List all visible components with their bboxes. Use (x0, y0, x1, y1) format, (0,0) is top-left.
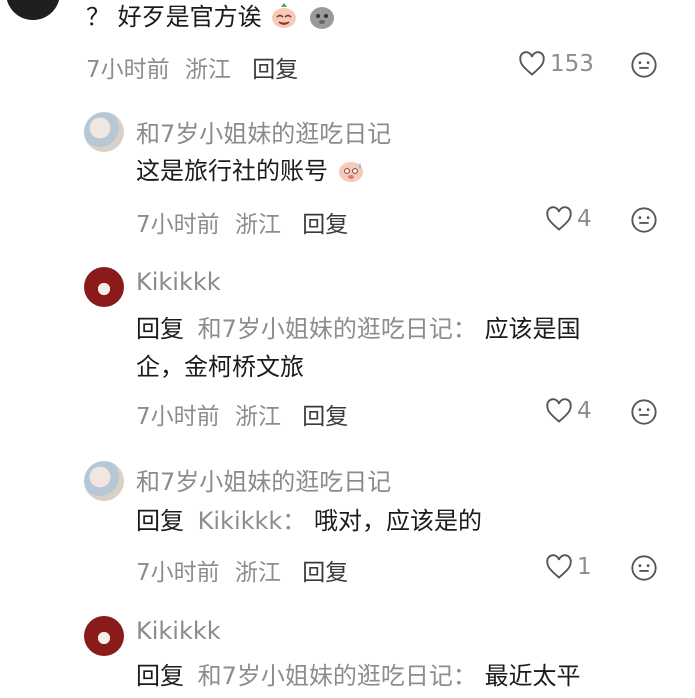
like-count: 1 (577, 554, 592, 580)
heart-outline-icon (546, 206, 572, 231)
smiley-outline-icon[interactable] (630, 206, 658, 234)
sweating-emoji-icon (338, 162, 363, 182)
heart-outline-icon (519, 51, 545, 76)
like-button[interactable]: 4 (545, 397, 592, 425)
comment-username[interactable]: Kikikkk (136, 617, 221, 645)
smiley-outline-icon[interactable] (630, 51, 658, 79)
comment-time: 7小时前 (136, 212, 220, 238)
comment-meta: 7小时前 浙江 回复 (136, 205, 348, 239)
comment-location: 浙江 (184, 57, 231, 83)
heart-outline-icon (546, 554, 572, 579)
reply-prefix: 回复 (136, 315, 184, 343)
heart-outline-icon (546, 398, 572, 423)
comment-location: 浙江 (234, 560, 281, 586)
avatar[interactable] (84, 616, 124, 656)
like-button[interactable]: 1 (545, 553, 592, 581)
like-button[interactable]: 4 (545, 205, 592, 233)
reply-button[interactable]: 回复 (252, 57, 298, 83)
like-button[interactable]: 153 (518, 50, 594, 78)
reply-target-user[interactable]: 和7岁小姐妹的逛吃日记： (198, 315, 477, 343)
reply-button[interactable]: 回复 (302, 404, 348, 430)
avatar[interactable] (6, 0, 60, 20)
reply-prefix: 回复 (136, 662, 184, 690)
comment-time: 7小时前 (86, 57, 170, 83)
reply-target-user[interactable]: Kikikkk： (198, 507, 307, 535)
comment-username[interactable]: 和7岁小姐妹的逛吃日记 (136, 114, 391, 149)
comment-text: ？ 好歹是官方诶 (86, 0, 337, 36)
comment-time: 7小时前 (136, 560, 220, 586)
reply-button[interactable]: 回复 (302, 212, 348, 238)
comment-location: 浙江 (234, 212, 281, 238)
comment-text-content: 企，金柯桥文旅 (136, 353, 304, 381)
reply-prefix: 回复 (136, 507, 184, 535)
comment-meta: 7小时前 浙江 回复 (136, 397, 348, 431)
reply-target-user[interactable]: 和7岁小姐妹的逛吃日记： (198, 662, 477, 690)
comment-meta: 7小时前 浙江 回复 (86, 50, 298, 84)
comment-text-content: 哦对，应该是的 (313, 507, 482, 535)
like-count: 4 (577, 206, 592, 232)
comment-text-content: 最近太平 (484, 662, 581, 690)
comment-time: 7小时前 (136, 404, 220, 430)
comment-text: 回复 Kikikkk： 哦对，应该是的 (136, 502, 482, 540)
comment-username[interactable]: Kikikkk (136, 268, 221, 296)
avatar[interactable] (84, 112, 124, 152)
comment-location: 浙江 (234, 404, 281, 430)
reply-button[interactable]: 回复 (302, 560, 348, 586)
like-count: 4 (577, 398, 592, 424)
laughing-emoji-icon (272, 3, 297, 28)
comment-meta: 7小时前 浙江 回复 (136, 553, 348, 587)
smiley-outline-icon[interactable] (630, 398, 658, 426)
comment-text: 回复 和7岁小姐妹的逛吃日记： 应该是国 企，金柯桥文旅 (136, 310, 656, 386)
comment-username[interactable]: 和7岁小姐妹的逛吃日记 (136, 462, 391, 497)
comment-text: 这是旅行社的账号 (136, 152, 366, 190)
like-count: 153 (550, 51, 594, 77)
comment-text-content: 这是旅行社的账号 (136, 157, 328, 185)
comment-text: 回复 和7岁小姐妹的逛吃日记： 最近太平 (136, 657, 581, 695)
comment-text-content: 应该是国 (484, 315, 581, 343)
avatar[interactable] (84, 461, 124, 501)
grey-ghost-emoji-icon (309, 7, 334, 29)
smiley-outline-icon[interactable] (630, 554, 658, 582)
comment-text-content: ？ 好歹是官方诶 (86, 3, 262, 31)
avatar[interactable] (84, 267, 124, 307)
